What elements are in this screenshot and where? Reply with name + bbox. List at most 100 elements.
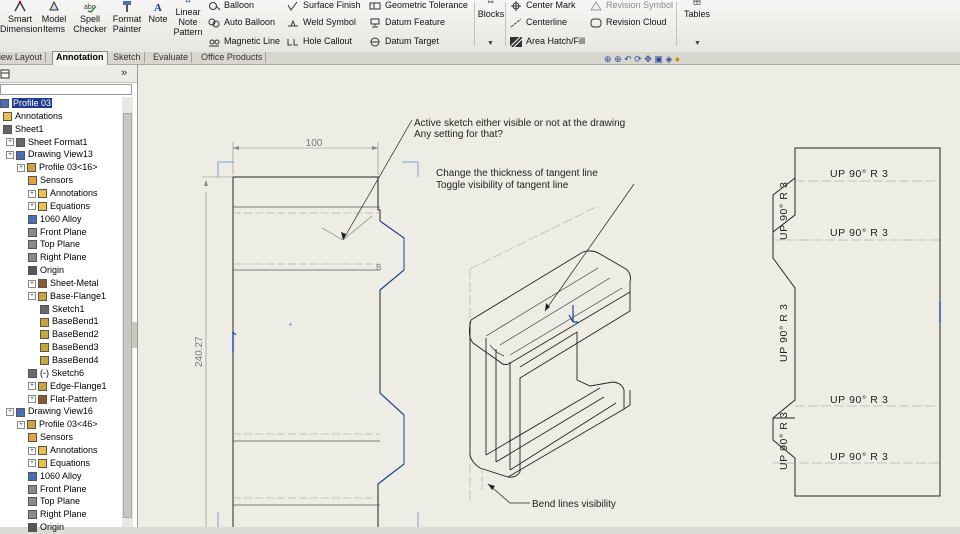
revision-cloud-button[interactable]: Revision Cloud	[590, 17, 667, 28]
tab-annotation[interactable]: Annotation	[52, 51, 108, 65]
magnetic-line-button[interactable]: Magnetic Line	[208, 36, 280, 47]
tree-node[interactable]: + Drawing View13	[6, 148, 93, 161]
bend-note-2[interactable]: UP 90° R 3	[830, 227, 888, 239]
tree-node[interactable]: + Profile 03<16>	[17, 161, 98, 174]
expand-icon[interactable]: +	[28, 279, 36, 288]
tree-node[interactable]: Annotations	[3, 110, 63, 123]
model-items-button[interactable]: Model Items	[40, 0, 68, 34]
dimension-width[interactable]: 100	[232, 138, 379, 175]
tree-node[interactable]: Front Plane	[28, 483, 87, 496]
tree-node[interactable]: Top Plane	[28, 238, 80, 251]
hide-show-items-icon[interactable]: ◈	[665, 54, 672, 64]
expand-icon[interactable]: +	[6, 151, 14, 160]
dimension-width-text[interactable]: 100	[306, 138, 323, 149]
tree-node[interactable]: + Annotations	[28, 187, 98, 200]
tree-node[interactable]: + Base-Flange1	[28, 290, 106, 303]
expand-icon[interactable]: +	[28, 382, 36, 391]
panel-collapse-icon[interactable]: »	[121, 67, 127, 79]
weld-symbol-button[interactable]: Weld Symbol	[287, 17, 356, 28]
tree-node[interactable]: + Edge-Flange1	[28, 380, 107, 393]
rotate-view-icon[interactable]: ⟳	[634, 54, 642, 64]
tables-button[interactable]: Tables	[680, 0, 714, 19]
tree-node[interactable]: + Equations	[28, 200, 90, 213]
blocks-dropdown-icon[interactable]: ▼	[487, 40, 494, 47]
tree-node[interactable]: 1060 Alloy	[28, 213, 82, 226]
tree-node[interactable]: Origin	[28, 264, 64, 277]
tree-node[interactable]: + Drawing View16	[6, 405, 93, 418]
surface-finish-button[interactable]: Surface Finish	[287, 0, 361, 11]
expand-icon[interactable]: +	[28, 395, 36, 404]
tree-node[interactable]: + Sheet-Metal	[28, 277, 99, 290]
zoom-to-area-icon[interactable]: ⊕	[614, 54, 622, 64]
drawing-view-front[interactable]: B +	[217, 161, 419, 527]
previous-view-icon[interactable]: ↶	[624, 54, 632, 64]
expand-icon[interactable]: +	[28, 189, 36, 198]
bend-note-3[interactable]: UP 90° R 3	[830, 394, 888, 406]
area-hatch-fill-button[interactable]: Area Hatch/Fill	[509, 36, 585, 47]
bend-note-1[interactable]: UP 90° R 3	[830, 168, 888, 180]
tree-node[interactable]: (-) Sketch6	[28, 367, 84, 380]
dimension-height-text[interactable]: 240.27	[194, 336, 205, 367]
tree-node[interactable]: Sheet1	[3, 123, 44, 136]
tree-node[interactable]: Sensors	[28, 431, 73, 444]
note-bend-lines[interactable]: Bend lines visibility	[487, 483, 616, 510]
linear-note-pattern-button[interactable]: Linear Note Pattern	[172, 0, 204, 37]
datum-target-button[interactable]: Datum Target	[369, 36, 439, 47]
edit-appearance-icon[interactable]: ●	[675, 54, 680, 64]
tree-filter-input[interactable]	[0, 84, 132, 95]
tab-view-layout[interactable]: View Layout	[0, 52, 46, 63]
note-active-sketch[interactable]: Active sketch either visible or not at t…	[321, 118, 625, 241]
display-style-icon[interactable]: ▣	[654, 54, 663, 64]
revision-symbol-button[interactable]: Revision Symbol	[590, 0, 673, 11]
datum-feature-button[interactable]: Datum Feature	[369, 17, 445, 28]
tree-node[interactable]: Profile 03	[0, 97, 53, 110]
tree-node[interactable]: Front Plane	[28, 226, 87, 239]
expand-icon[interactable]: +	[17, 163, 25, 172]
tab-evaluate[interactable]: Evaluate	[150, 52, 193, 63]
zoom-to-fit-icon[interactable]: ⊕	[604, 54, 612, 64]
tree-node[interactable]: Right Plane	[28, 251, 87, 264]
drawing-view-isometric[interactable]	[468, 205, 631, 500]
tab-office-products[interactable]: Office Products	[198, 52, 267, 63]
balloon-button[interactable]: Balloon	[208, 0, 254, 11]
note-button[interactable]: A Note	[146, 0, 170, 24]
tree-node[interactable]: Sketch1	[40, 303, 85, 316]
tree-node[interactable]: Right Plane	[28, 508, 87, 521]
tree-node[interactable]: BaseBend4	[40, 354, 99, 367]
expand-icon[interactable]: +	[28, 459, 36, 468]
tree-node[interactable]: BaseBend3	[40, 341, 99, 354]
dimension-height[interactable]: 240.27	[194, 176, 233, 527]
geometric-tolerance-button[interactable]: Geometric Tolerance	[369, 0, 468, 11]
drawing-view-flat-pattern[interactable]: UP 90° R 3 UP 90° R 3 UP 90° R 3 UP 90° …	[772, 147, 941, 497]
blocks-button[interactable]: Blocks	[476, 0, 506, 19]
tree-node[interactable]: Origin	[28, 521, 64, 534]
format-painter-button[interactable]: Format Painter	[110, 0, 144, 34]
tree-node[interactable]: 1060 Alloy	[28, 470, 82, 483]
drawing-canvas[interactable]: B + 100 240.27 Active sketch either visi…	[138, 65, 960, 527]
tree-node[interactable]: + Sheet Format1	[6, 136, 88, 149]
expand-icon[interactable]: +	[28, 202, 36, 211]
tree-scrollbar-thumb[interactable]	[123, 113, 132, 518]
note-tangent-line[interactable]: Change the thickness of tangent line Tog…	[436, 168, 635, 312]
tree-scrollbar[interactable]	[122, 97, 133, 527]
expand-icon[interactable]: +	[6, 138, 14, 147]
tree-node[interactable]: Sensors	[28, 174, 73, 187]
smart-dimension-button[interactable]: Smart Dimension	[0, 0, 43, 34]
tab-sketch[interactable]: Sketch	[110, 52, 145, 63]
expand-icon[interactable]: +	[28, 292, 36, 301]
tree-node[interactable]: + Profile 03<46>	[17, 418, 98, 431]
bend-note-vertical-2[interactable]: UP 90° R 3	[778, 304, 790, 362]
centerline-button[interactable]: Centerline	[510, 17, 567, 28]
expand-icon[interactable]: +	[28, 446, 36, 455]
tree-node[interactable]: BaseBend2	[40, 328, 99, 341]
bend-note-4[interactable]: UP 90° R 3	[830, 451, 888, 463]
tree-node[interactable]: Top Plane	[28, 495, 80, 508]
bend-note-vertical-3[interactable]: UP 90° R 3	[778, 412, 790, 470]
center-mark-button[interactable]: Center Mark	[510, 0, 576, 11]
expand-icon[interactable]: +	[17, 420, 25, 429]
panel-splitter-handle[interactable]	[132, 322, 137, 348]
pan-icon[interactable]: ✥	[644, 54, 652, 64]
feature-manager-tab-icon[interactable]	[0, 69, 10, 79]
expand-icon[interactable]: +	[6, 408, 14, 417]
tree-node[interactable]: + Equations	[28, 457, 90, 470]
